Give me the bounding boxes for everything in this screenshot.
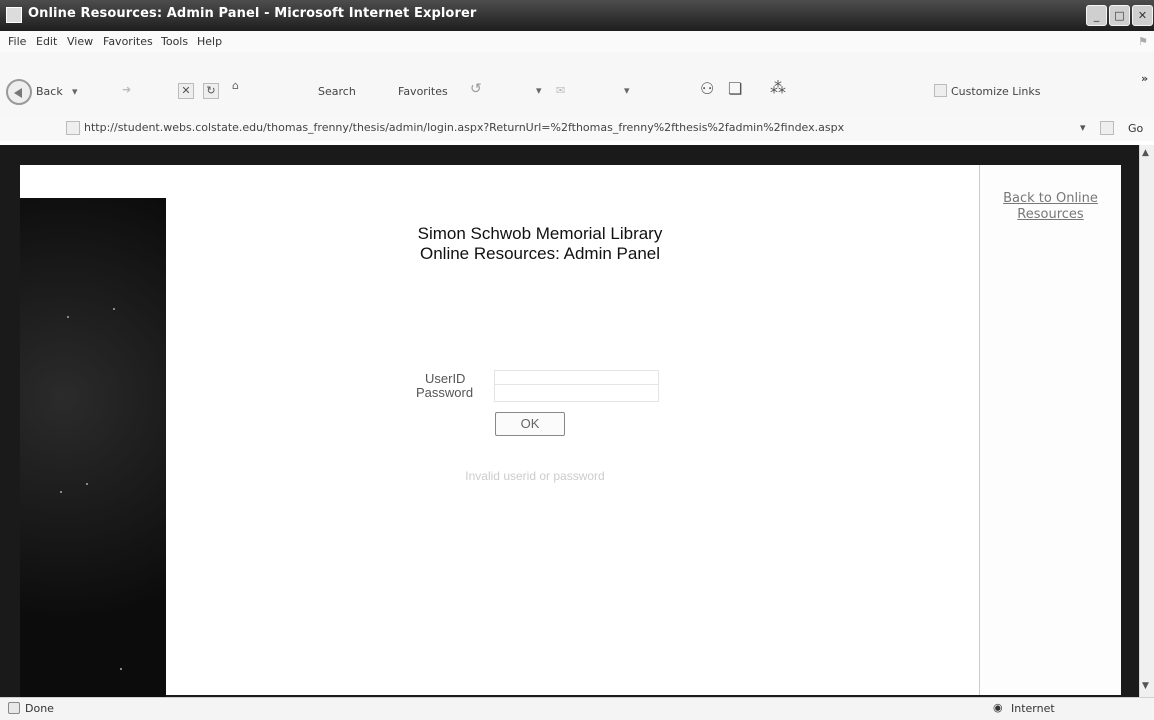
userid-label: UserID [425, 371, 466, 386]
globe-icon: ◉ [993, 701, 1003, 714]
window-title: Online Resources: Admin Panel - Microsof… [28, 6, 477, 21]
password-input[interactable] [494, 384, 659, 402]
scroll-down-icon[interactable]: ▼ [1142, 681, 1149, 691]
status-text: Done [25, 702, 54, 715]
menu-tools[interactable]: Tools [161, 35, 188, 48]
mail-dropdown-icon[interactable]: ▾ [536, 84, 542, 97]
favorites-button[interactable]: Favorites [398, 85, 448, 98]
mail-icon[interactable]: ✉ [556, 84, 565, 97]
go-button[interactable]: Go [1128, 122, 1143, 135]
left-starfield-panel [20, 198, 166, 698]
close-button[interactable]: ✕ [1132, 5, 1153, 26]
ok-button[interactable]: OK [495, 412, 565, 436]
library-title: Simon Schwob Memorial Library [417, 224, 663, 243]
password-label: Password [416, 385, 474, 400]
messenger-icon[interactable]: ⚇ [700, 79, 714, 98]
print-dropdown-icon[interactable]: ▾ [624, 84, 630, 97]
history-icon[interactable]: ↺ [470, 81, 482, 97]
security-zone: Internet [1011, 702, 1055, 715]
address-bar: http://student.webs.colstate.edu/thomas_… [0, 117, 1154, 141]
toolbar: Back ▾ ➜ ✕ ↻ ⌂ Search Favorites ↺ ▾ ✉ ▾ … [0, 52, 1154, 117]
window-title-bar: Online Resources: Admin Panel - Microsof… [0, 0, 1154, 31]
stop-icon[interactable]: ✕ [178, 83, 194, 99]
ie-app-icon [6, 7, 22, 23]
scroll-up-icon[interactable]: ▲ [1142, 148, 1149, 158]
windows-flag-icon: ⚑ [1138, 35, 1148, 48]
page-icon [8, 702, 20, 714]
menu-favorites[interactable]: Favorites [103, 35, 153, 48]
research-icon[interactable]: ❏ [728, 79, 742, 98]
menu-view[interactable]: View [67, 35, 93, 48]
minimize-button[interactable]: _ [1086, 5, 1107, 26]
discuss-icon[interactable]: ⁂ [770, 78, 786, 97]
address-dropdown-icon[interactable]: ▾ [1080, 121, 1086, 134]
back-button-label[interactable]: Back [36, 85, 63, 98]
menu-edit[interactable]: Edit [36, 35, 57, 48]
back-dropdown-icon[interactable]: ▾ [72, 85, 78, 98]
customize-links[interactable]: Customize Links [951, 85, 1041, 98]
toolbar-more-icon[interactable]: » [1141, 72, 1148, 85]
address-input[interactable]: http://student.webs.colstate.edu/thomas_… [84, 121, 1096, 137]
status-bar: Done ◉ Internet [0, 697, 1154, 720]
page-heading: Simon Schwob Memorial Library Online Res… [330, 224, 750, 264]
back-to-online-resources-link[interactable]: Back to Online Resources [980, 191, 1121, 223]
search-button[interactable]: Search [318, 85, 356, 98]
forward-arrow-icon[interactable]: ➜ [122, 83, 131, 96]
right-sidebar: Back to Online Resources [979, 165, 1121, 695]
page-icon [934, 84, 947, 97]
menu-file[interactable]: File [8, 35, 26, 48]
menu-bar: File Edit View Favorites Tools Help ⚑ [0, 31, 1154, 52]
error-message: Invalid userid or password [465, 469, 605, 483]
home-icon[interactable]: ⌂ [232, 79, 248, 95]
admin-panel-title: Online Resources: Admin Panel [419, 244, 661, 263]
maximize-button[interactable]: □ [1109, 5, 1130, 26]
menu-help[interactable]: Help [197, 35, 222, 48]
page-icon [66, 121, 80, 135]
go-arrow-icon[interactable] [1100, 121, 1114, 135]
back-arrow-icon[interactable] [6, 79, 32, 105]
vertical-scrollbar[interactable]: ▲ ▼ [1139, 145, 1154, 697]
refresh-icon[interactable]: ↻ [203, 83, 219, 99]
